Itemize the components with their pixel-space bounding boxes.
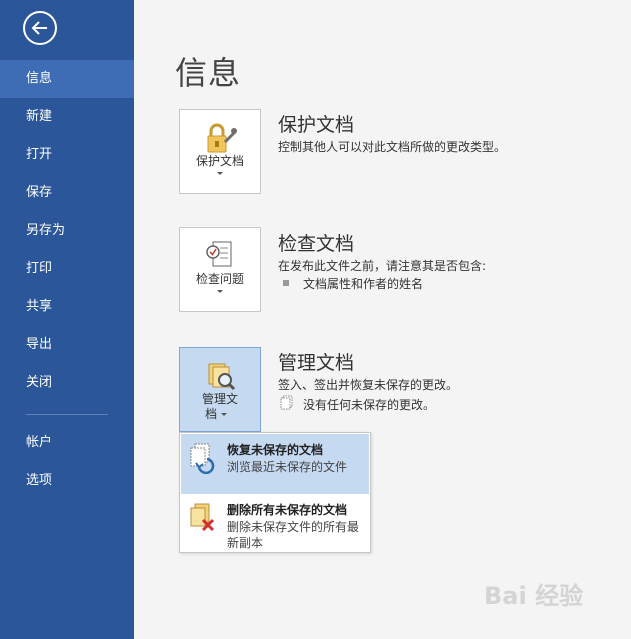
watermark: Bai 经验 xyxy=(484,582,584,610)
delete-unsaved-title: 删除所有未保存的文档 xyxy=(227,503,348,517)
manage-document-menu: 恢复未保存的文档 浏览最近未保存的文件 删除所有未保存的文档 删除未保存文件的所… xyxy=(179,432,371,553)
manage-desc: 签入、签出并恢复未保存的更改。 xyxy=(278,378,459,392)
nav-divider xyxy=(26,414,108,415)
nav-item-print[interactable]: 打印 xyxy=(0,250,134,288)
recover-unsaved-title: 恢复未保存的文档 xyxy=(227,443,324,457)
chevron-down-icon xyxy=(220,413,227,416)
inspect-desc: 在发布此文件之前，请注意其是否包含: xyxy=(278,259,487,273)
nav-item-close[interactable]: 关闭 xyxy=(0,364,134,402)
manage-document-icon xyxy=(208,363,236,391)
manage-note: 没有任何未保存的更改。 xyxy=(303,398,436,412)
back-button[interactable] xyxy=(23,11,57,45)
chevron-down-icon xyxy=(217,172,223,175)
page-title: 信息 xyxy=(175,54,242,92)
recover-unsaved-item[interactable]: 恢复未保存的文档 浏览最近未保存的文件 xyxy=(181,434,369,494)
nav-item-info[interactable]: 信息 xyxy=(0,60,134,98)
protect-title: 保护文档 xyxy=(278,114,355,136)
nav-item-new[interactable]: 新建 xyxy=(0,98,134,136)
check-issues-label: 检查问题 xyxy=(195,272,244,286)
back-arrow-icon xyxy=(31,21,47,35)
nav-item-options[interactable]: 选项 xyxy=(0,462,134,500)
nav-item-open[interactable]: 打开 xyxy=(0,136,134,174)
manage-document-label: 管理文 档 xyxy=(180,392,260,422)
protect-desc: 控制其他人可以对此文档所做的更改类型。 xyxy=(278,140,507,154)
protect-document-label: 保护文档 xyxy=(195,154,244,168)
check-issues-button[interactable]: 检查问题 xyxy=(179,227,261,312)
manage-document-label-line1: 管理文 xyxy=(201,392,238,406)
manage-document-label-line2-text: 档 xyxy=(205,407,218,421)
recover-unsaved-desc: 浏览最近未保存的文件 xyxy=(227,460,348,474)
inspect-bullet-text: 文档属性和作者的姓名 xyxy=(303,277,424,291)
nav-item-save[interactable]: 保存 xyxy=(0,174,134,212)
lock-key-icon xyxy=(207,123,237,153)
delete-unsaved-desc: 删除未保存文件的所有最新副本 xyxy=(227,520,360,550)
manage-title: 管理文档 xyxy=(278,352,355,374)
nav-item-export[interactable]: 导出 xyxy=(0,326,134,364)
nav-item-save-as[interactable]: 另存为 xyxy=(0,212,134,250)
recover-document-icon xyxy=(190,443,215,474)
manage-document-button[interactable]: 管理文 档 xyxy=(179,347,261,432)
inspect-title: 检查文档 xyxy=(278,233,355,255)
inspect-document-icon xyxy=(206,241,232,267)
protect-document-button[interactable]: 保护文档 xyxy=(179,109,261,194)
delete-unsaved-item[interactable]: 删除所有未保存的文档 删除未保存文件的所有最新副本 xyxy=(181,494,369,554)
bullet-icon xyxy=(283,280,289,286)
nav-item-account[interactable]: 帐户 xyxy=(0,424,134,462)
nav-item-share[interactable]: 共享 xyxy=(0,288,134,326)
delete-document-icon xyxy=(190,503,215,532)
chevron-down-icon xyxy=(217,290,223,293)
document-stack-icon xyxy=(280,395,293,410)
manage-document-label-line2: 档 xyxy=(176,407,256,422)
backstage-sidebar: 信息 新建 打开 保存 另存为 打印 共享 导出 关闭 帐户 选项 xyxy=(0,0,134,639)
